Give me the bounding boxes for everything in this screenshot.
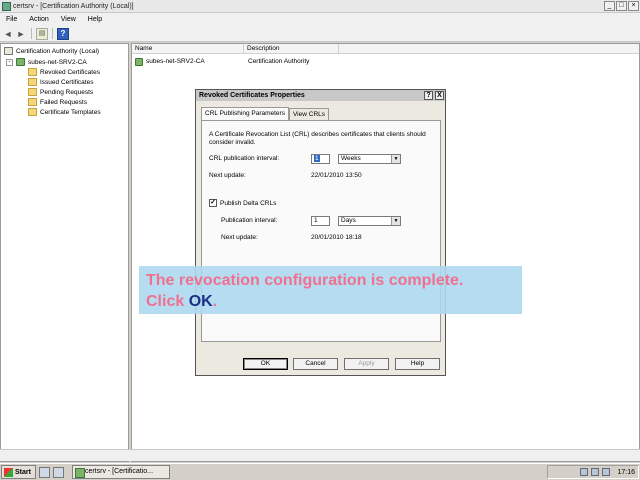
forward-arrow-icon[interactable]: ► [15,28,27,40]
tree-item-label: Certificate Templates [40,108,101,116]
certsrv-app-icon [2,1,11,11]
language-icon[interactable] [602,468,611,476]
tree-root-label: Certification Authority (Local) [16,47,100,55]
ca-icon [16,58,25,66]
tree-ca-label: subes-net-SRV2-CA [28,58,87,66]
computer-icon [4,47,13,55]
minimize-button[interactable]: _ [604,1,615,11]
menu-help[interactable]: Help [82,16,108,23]
list-item-name: subes-net-SRV2-CA [146,58,205,65]
tree-root[interactable]: Certification Authority (Local) [4,46,99,56]
dialog-title: Revoked Certificates Properties [196,90,445,101]
folder-icon [28,88,37,96]
list-header: Name Description [132,44,639,54]
instruction-line1: The revocation configuration is complete… [146,272,464,289]
show-desktop-icon[interactable] [38,466,50,478]
crl-interval-unit-value: Weeks [341,155,361,162]
network-icon[interactable] [580,468,589,476]
delta-interval-unit-value: Days [341,217,356,224]
close-button[interactable]: × [628,1,639,11]
crl-interval-value: 1 [314,155,320,162]
delta-interval-unit-select[interactable]: Days ▼ [338,216,401,226]
delta-interval-value: 1 [314,217,318,224]
clock[interactable]: 17:16 [617,469,635,476]
tree-item-label: Issued Certificates [40,78,94,86]
system-tray: 17:16 [547,465,639,479]
maximize-button[interactable]: □ [616,1,627,11]
instruction-highlight: OK [188,293,213,310]
list-item-description: Certification Authority [248,58,310,65]
toolbar: ◄ ► ▤ ? [0,26,640,42]
status-bar [0,449,640,461]
tree-item-issued-certificates[interactable]: Issued Certificates [28,77,93,87]
crl-description-line1: A Certificate Revocation List (CRL) desc… [209,131,426,138]
start-label: Start [15,468,31,476]
next-update-label: Next update: [209,172,246,179]
dialog-tabs: CRL Publishing Parameters View CRLs [201,107,329,120]
cancel-button[interactable]: Cancel [293,358,338,370]
toolbar-separator [52,28,53,39]
tree-item-pending-requests[interactable]: Pending Requests [28,87,93,97]
tree-ca-node[interactable]: - subes-net-SRV2-CA [6,57,87,67]
quick-launch-icon[interactable] [52,466,64,478]
chevron-down-icon[interactable]: ▼ [391,155,400,163]
publish-delta-crls-label[interactable]: Publish Delta CRLs [220,200,276,207]
next-update-value: 22/01/2010 13:50 [311,172,362,179]
window-title-bar: certsrv - [Certification Authority (Loca… [0,0,640,13]
up-level-icon[interactable]: ▤ [36,27,48,40]
tree-item-failed-requests[interactable]: Failed Requests [28,97,87,107]
chevron-down-icon[interactable]: ▼ [391,217,400,225]
menu-action[interactable]: Action [23,16,54,23]
column-header-description[interactable]: Description [244,44,339,54]
windows-logo-icon [4,467,13,477]
delta-interval-input[interactable]: 1 [311,216,330,226]
volume-icon[interactable] [591,468,600,476]
tree-item-revoked-certificates[interactable]: Revoked Certificates [28,67,100,77]
collapse-icon[interactable]: - [6,58,13,66]
crl-interval-label: CRL publication interval: [209,155,280,162]
back-arrow-icon[interactable]: ◄ [2,28,14,40]
column-header-name[interactable]: Name [132,44,244,54]
console-tree: Certification Authority (Local) - subes-… [0,43,129,462]
publish-delta-crls-checkbox[interactable]: ✓ [209,199,217,207]
folder-icon [28,108,37,116]
toolbar-separator [31,28,32,39]
delta-interval-label: Publication interval: [221,217,278,224]
tree-item-label: Pending Requests [40,88,94,96]
taskbar-item-certsrv[interactable]: certsrv - [Certificatio... [71,465,170,479]
tree-item-label: Failed Requests [40,98,87,106]
ca-icon [135,58,143,66]
folder-icon [28,68,37,76]
window-title: certsrv - [Certification Authority (Loca… [13,2,134,10]
tab-crl-publishing-parameters[interactable]: CRL Publishing Parameters [201,107,289,120]
delta-next-update-label: Next update: [221,234,258,241]
taskbar: Start certsrv - [Certificatio... 17:16 [0,463,640,480]
crl-interval-unit-select[interactable]: Weeks ▼ [338,154,401,164]
window-controls: _ □ × [604,1,639,11]
apply-button[interactable]: Apply [344,358,389,370]
instruction-suffix: . [212,293,218,310]
list-item[interactable]: subes-net-SRV2-CA Certification Authorit… [132,57,432,67]
menu-bar: File Action View Help [0,13,640,26]
revoked-certificates-properties-dialog: Revoked Certificates Properties ? X CRL … [195,89,446,376]
dialog-close-button[interactable]: X [435,91,444,100]
folder-icon [28,78,37,86]
help-button[interactable]: Help [395,358,440,370]
tree-item-certificate-templates[interactable]: Certificate Templates [28,107,101,117]
instruction-prefix: Click [146,293,189,310]
instruction-line2: Click OK. [146,291,515,312]
menu-view[interactable]: View [55,16,82,23]
crl-interval-input[interactable]: 1 [311,154,330,164]
instruction-overlay: The revocation configuration is complete… [139,266,522,314]
help-icon[interactable]: ? [57,27,69,40]
menu-file[interactable]: File [0,16,23,23]
tab-view-crls[interactable]: View CRLs [288,108,329,120]
delta-next-update-value: 20/01/2010 18:18 [311,234,362,241]
ok-button[interactable]: OK [243,358,288,370]
start-button[interactable]: Start [1,465,36,479]
crl-description-line2: consider invalid. [209,139,256,146]
folder-icon [28,98,37,106]
tree-item-label: Revoked Certificates [40,68,100,76]
dialog-help-button[interactable]: ? [424,91,433,100]
